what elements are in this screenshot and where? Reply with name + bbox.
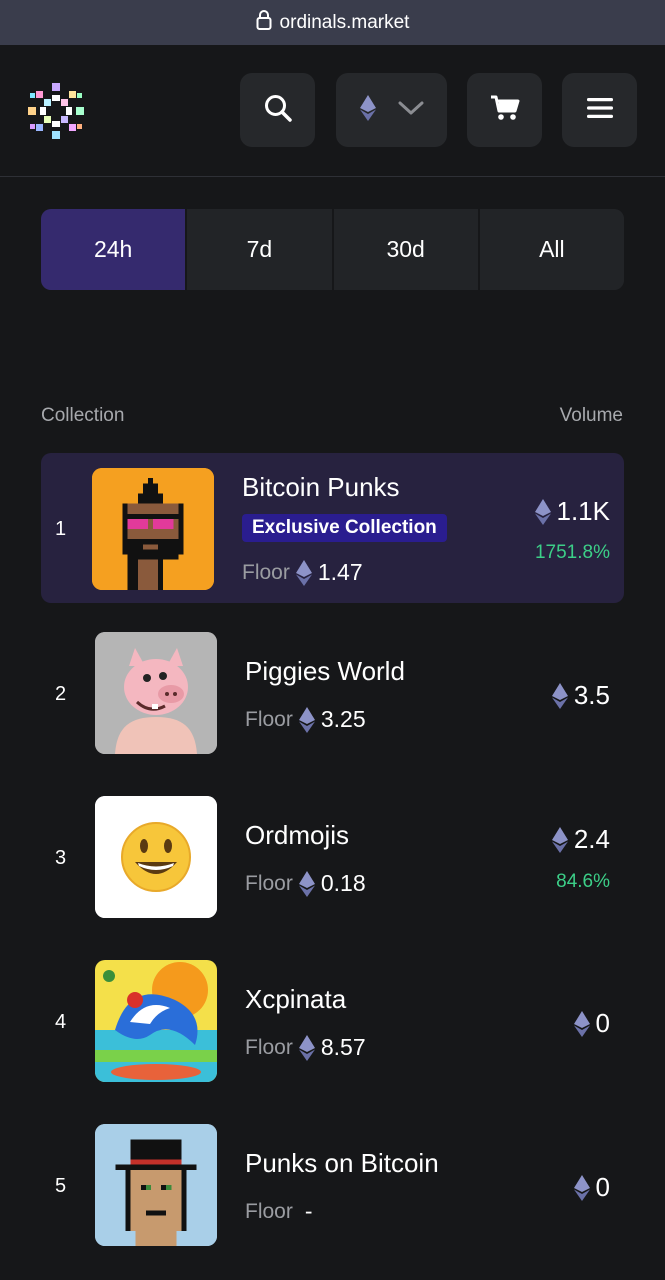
ethereum-icon <box>551 826 568 853</box>
volume-value: 2.4 <box>573 824 610 854</box>
volume: 0 <box>573 1172 610 1203</box>
search-button[interactable] <box>240 73 315 147</box>
rank: 1 <box>55 518 67 540</box>
floor-value: 8.57 <box>320 1034 366 1060</box>
ethereum-icon <box>573 1010 590 1037</box>
tab-30d[interactable]: 30d <box>333 209 480 290</box>
table-row[interactable]: 1 Bitcoin Punks Exclusive Collection Flo… <box>41 453 624 603</box>
collection-name[interactable]: Punks on Bitcoin <box>245 1148 439 1179</box>
time-range-tabs: 24h 7d 30d All <box>41 209 624 290</box>
collection-image <box>95 632 217 754</box>
floor-value: 1.47 <box>317 559 363 585</box>
floor-value: 0.18 <box>320 870 366 896</box>
floor-label: Floor <box>245 707 293 731</box>
app-header <box>0 45 665 177</box>
rank: 4 <box>55 1011 67 1033</box>
rank: 2 <box>55 683 67 705</box>
floor-label: Floor <box>245 1199 293 1223</box>
cart-button[interactable] <box>467 73 542 147</box>
table-row[interactable]: 3 Ordmojis Floor 0.18 2.4 84.6% <box>41 783 624 933</box>
column-header-collection[interactable]: Collection <box>41 405 124 427</box>
collection-image <box>95 960 217 1082</box>
ethereum-icon <box>573 1174 590 1201</box>
volume-value: 1.1K <box>556 496 611 526</box>
rank: 5 <box>55 1175 67 1197</box>
collection-name[interactable]: Bitcoin Punks <box>242 472 400 503</box>
address-bar[interactable]: ordinals.market <box>0 0 665 45</box>
collection-image <box>95 796 217 918</box>
table-row[interactable]: 4 Xcpinata Floor 8.57 0 <box>41 947 624 1097</box>
collection-image <box>92 468 214 590</box>
volume: 3.5 <box>551 680 610 711</box>
network-selector[interactable] <box>336 73 447 147</box>
ethereum-icon <box>298 1034 315 1061</box>
floor-price: Floor 1.47 <box>242 559 363 586</box>
collection-name[interactable]: Xcpinata <box>245 984 346 1015</box>
floor-label: Floor <box>245 871 293 895</box>
tab-24h[interactable]: 24h <box>41 209 188 290</box>
volume: 1.1K <box>534 496 611 527</box>
volume-value: 3.5 <box>573 680 610 710</box>
ethereum-icon <box>359 94 376 126</box>
floor-label: Floor <box>242 560 290 584</box>
menu-button[interactable] <box>562 73 637 147</box>
floor-value: - <box>304 1198 313 1224</box>
table-row[interactable]: 2 Piggies World Floor 3.25 3.5 <box>41 619 624 769</box>
lock-icon <box>256 9 272 36</box>
volume: 2.4 <box>551 824 610 855</box>
floor-label: Floor <box>245 1035 293 1059</box>
floor-price: Floor 3.25 <box>245 706 366 733</box>
column-header-volume[interactable]: Volume <box>560 405 623 427</box>
chevron-down-icon <box>398 100 424 121</box>
ethereum-icon <box>298 870 315 897</box>
ethereum-icon <box>551 682 568 709</box>
ethereum-icon <box>534 498 551 525</box>
collection-image <box>95 1124 217 1246</box>
collection-name[interactable]: Ordmojis <box>245 820 349 851</box>
volume-value: 0 <box>595 1172 610 1202</box>
volume-change: 84.6% <box>556 871 610 892</box>
rank: 3 <box>55 847 67 869</box>
floor-value: 3.25 <box>320 706 366 732</box>
table-row[interactable]: 5 Punks on Bitcoin Floor - 0 <box>41 1111 624 1261</box>
floor-price: Floor 0.18 <box>245 870 366 897</box>
cart-icon <box>490 94 520 127</box>
floor-price: Floor - <box>245 1198 313 1225</box>
url-text: ordinals.market <box>279 11 410 33</box>
collection-name[interactable]: Piggies World <box>245 656 405 687</box>
menu-icon <box>586 97 613 124</box>
ordinals-logo[interactable] <box>26 81 86 141</box>
floor-price: Floor 8.57 <box>245 1034 366 1061</box>
volume-value: 0 <box>595 1008 610 1038</box>
exclusive-badge: Exclusive Collection <box>242 514 447 542</box>
tab-all[interactable]: All <box>479 209 624 290</box>
search-icon <box>263 93 293 128</box>
volume: 0 <box>573 1008 610 1039</box>
tab-7d[interactable]: 7d <box>187 209 334 290</box>
ethereum-icon <box>295 559 312 586</box>
volume-change: 1751.8% <box>534 542 610 563</box>
ethereum-icon <box>298 706 315 733</box>
